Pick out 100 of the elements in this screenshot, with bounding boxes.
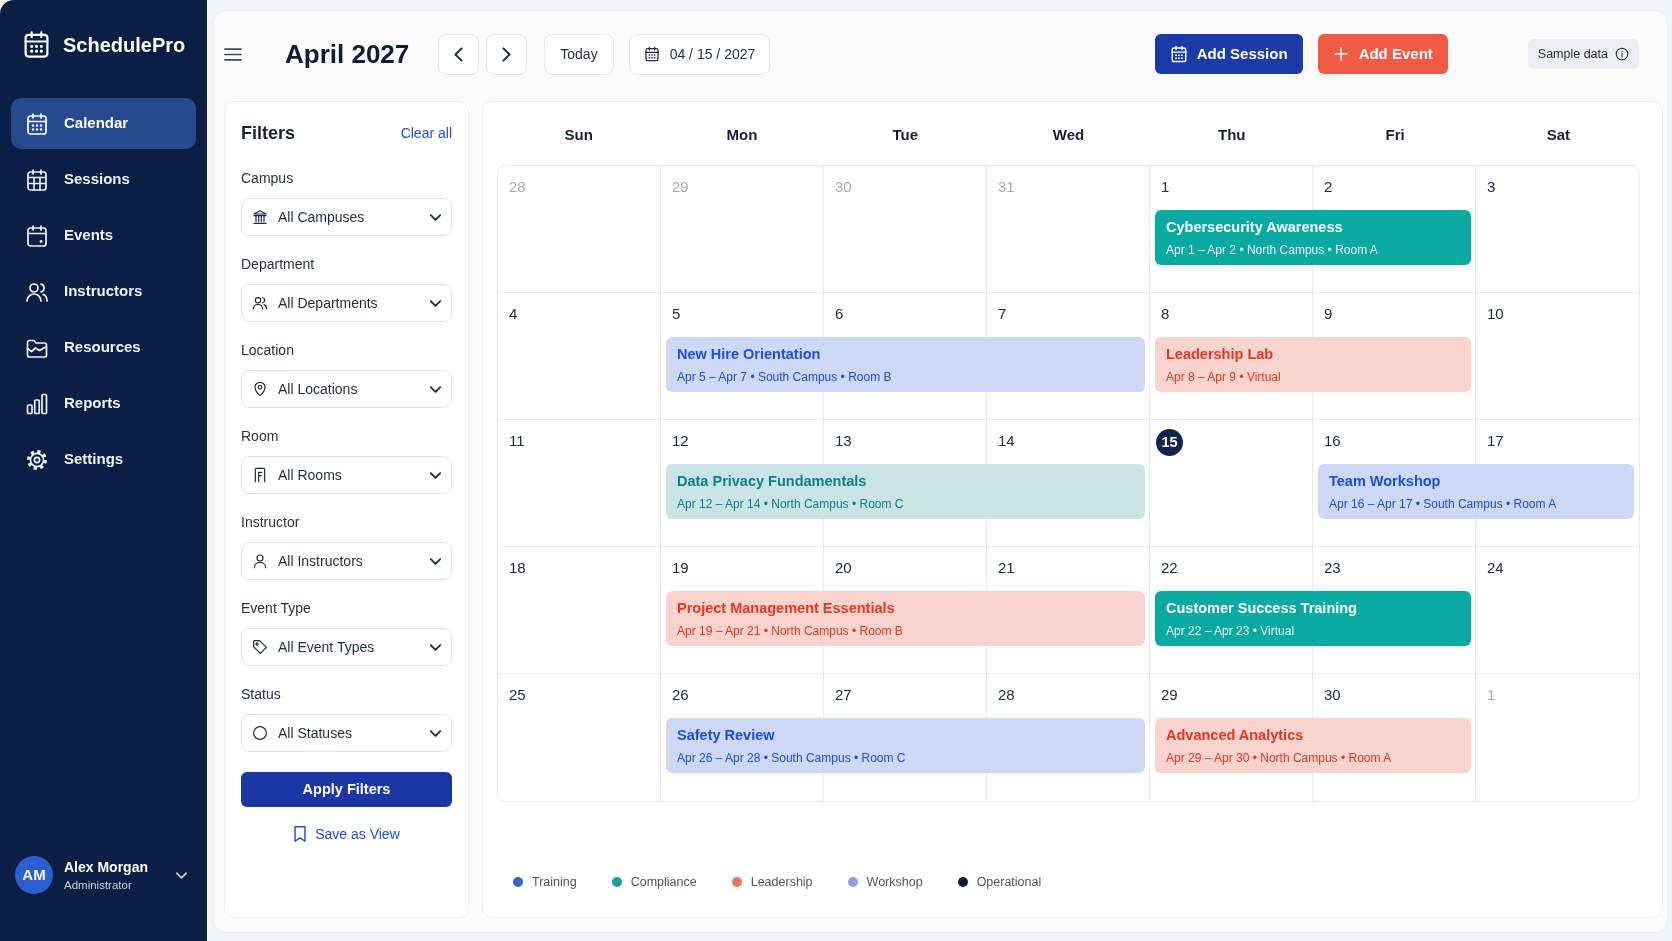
day-number: 16 [1324,431,1341,451]
event-bar[interactable]: Safety Review Apr 26 – Apr 28 • South Campus • Room C [666,718,1145,773]
nav-item[interactable]: Reports [11,378,196,429]
chevron-down-icon[interactable] [176,871,187,879]
menu-icon[interactable] [224,47,242,61]
filter-label: Department [241,255,315,274]
chevron-down-icon [430,557,441,565]
nav-item[interactable]: Resources [11,322,196,373]
legend-label: Operational [976,874,1042,891]
bookmark-icon [293,826,308,842]
nav-item[interactable]: Sessions [11,154,196,205]
event-bar[interactable]: Data Privacy Fundamentals Apr 12 – Apr 14 • North Campus • Room C [666,464,1145,519]
month-title: April 2027 [285,38,410,70]
today-button[interactable]: Today [544,33,614,75]
weekday-label: Sun [564,124,593,145]
nav-item[interactable]: Settings [11,434,196,485]
day-number: 4 [509,304,518,324]
user-name: Alex Morgan [64,857,148,877]
day-number: 30 [835,177,852,197]
day-number: 1 [1161,177,1170,197]
day-number: 28 [509,177,526,197]
chevron-down-icon [430,643,441,651]
save-as-view-link[interactable]: Save as View [293,824,400,844]
filter-label: Event Type [241,599,311,618]
calendar-icon [22,30,51,59]
user-avatar: AM [15,856,53,894]
day-number: 29 [672,177,689,197]
map-pin-icon [252,381,268,397]
day-number: 20 [835,558,852,578]
day-number: 8 [1161,304,1170,324]
filter-select[interactable]: All Statuses [241,714,452,752]
filter-label: Status [241,685,281,704]
day-number: 28 [998,685,1015,705]
chevron-down-icon [430,299,441,307]
day-number: 10 [1487,304,1504,324]
chevron-down-icon [430,385,441,393]
previous-month-button[interactable] [438,33,480,75]
day-number: 11 [509,431,525,451]
calendar-icon [25,223,49,248]
user-role: Administrator [64,877,132,893]
day-number: 7 [998,304,1007,324]
chevron-down-icon [430,471,441,479]
building-icon [252,209,268,225]
day-number: 19 [672,558,689,578]
calendar-icon [25,167,49,192]
date-picker[interactable]: 04 / 15 / 2027 [628,33,771,75]
chevron-right-icon [502,46,512,62]
day-number: 3 [1487,177,1496,197]
day-number: 17 [1487,431,1504,451]
day-number: 1 [1487,685,1496,705]
day-number: 25 [509,685,526,705]
next-month-button[interactable] [486,33,528,75]
weekday-label: Sat [1546,124,1570,145]
clear-all-link[interactable]: Clear all [400,122,452,144]
filter-select[interactable]: All Departments [241,284,452,322]
chevron-down-icon [430,213,441,221]
day-number: 26 [672,685,689,705]
calendar-icon [25,111,49,136]
day-number: 5 [672,304,681,324]
day-number: 14 [998,431,1015,451]
weekday-label: Mon [726,124,758,145]
filter-select[interactable]: All Locations [241,370,452,408]
settings-icon [25,447,49,472]
weekday-label: Tue [892,124,918,145]
user-icon [252,553,268,569]
bar-chart-icon [25,391,49,416]
day-number: 13 [835,431,852,451]
day-number: 2 [1324,177,1333,197]
users-icon [252,295,268,311]
day-number: 18 [509,558,526,578]
nav-item[interactable]: Instructors [11,266,196,317]
filter-select[interactable]: All Rooms [241,456,452,494]
nav-item[interactable]: Events [11,210,196,261]
filter-label: Location [241,341,294,360]
legend-label: Training [532,874,577,891]
calendar-icon [643,46,660,62]
day-number: 15 [1156,429,1183,456]
weekday-label: Thu [1218,124,1246,145]
filter-label: Room [241,427,279,446]
sample-data-badge[interactable]: Sample data [1527,39,1639,69]
chevron-left-icon [454,46,464,62]
day-number: 24 [1487,558,1504,578]
day-number: 29 [1161,685,1178,705]
add-session-button[interactable]: Add Session [1154,34,1303,74]
event-bar[interactable]: Team Workshop Apr 16 – Apr 17 • South Campus • Room A [1318,464,1634,519]
nav-item[interactable]: Calendar [11,98,196,149]
weekday-label: Fri [1385,124,1405,145]
day-number: 12 [672,431,689,451]
info-icon [1615,47,1629,61]
filter-select[interactable]: All Campuses [241,198,452,236]
day-number: 27 [835,685,852,705]
event-bar[interactable]: New Hire Orientation Apr 5 – Apr 7 • South Campus • Room B [666,337,1145,392]
weekday-label: Wed [1052,124,1085,145]
filter-label: Instructor [241,513,300,532]
filter-select[interactable]: All Instructors [241,542,452,580]
apply-filters-button[interactable]: Apply Filters [241,772,452,807]
filter-select[interactable]: All Event Types [241,628,452,666]
legend-label: Leadership [750,874,813,891]
day-number: 31 [998,177,1015,197]
day-number: 21 [998,558,1015,578]
